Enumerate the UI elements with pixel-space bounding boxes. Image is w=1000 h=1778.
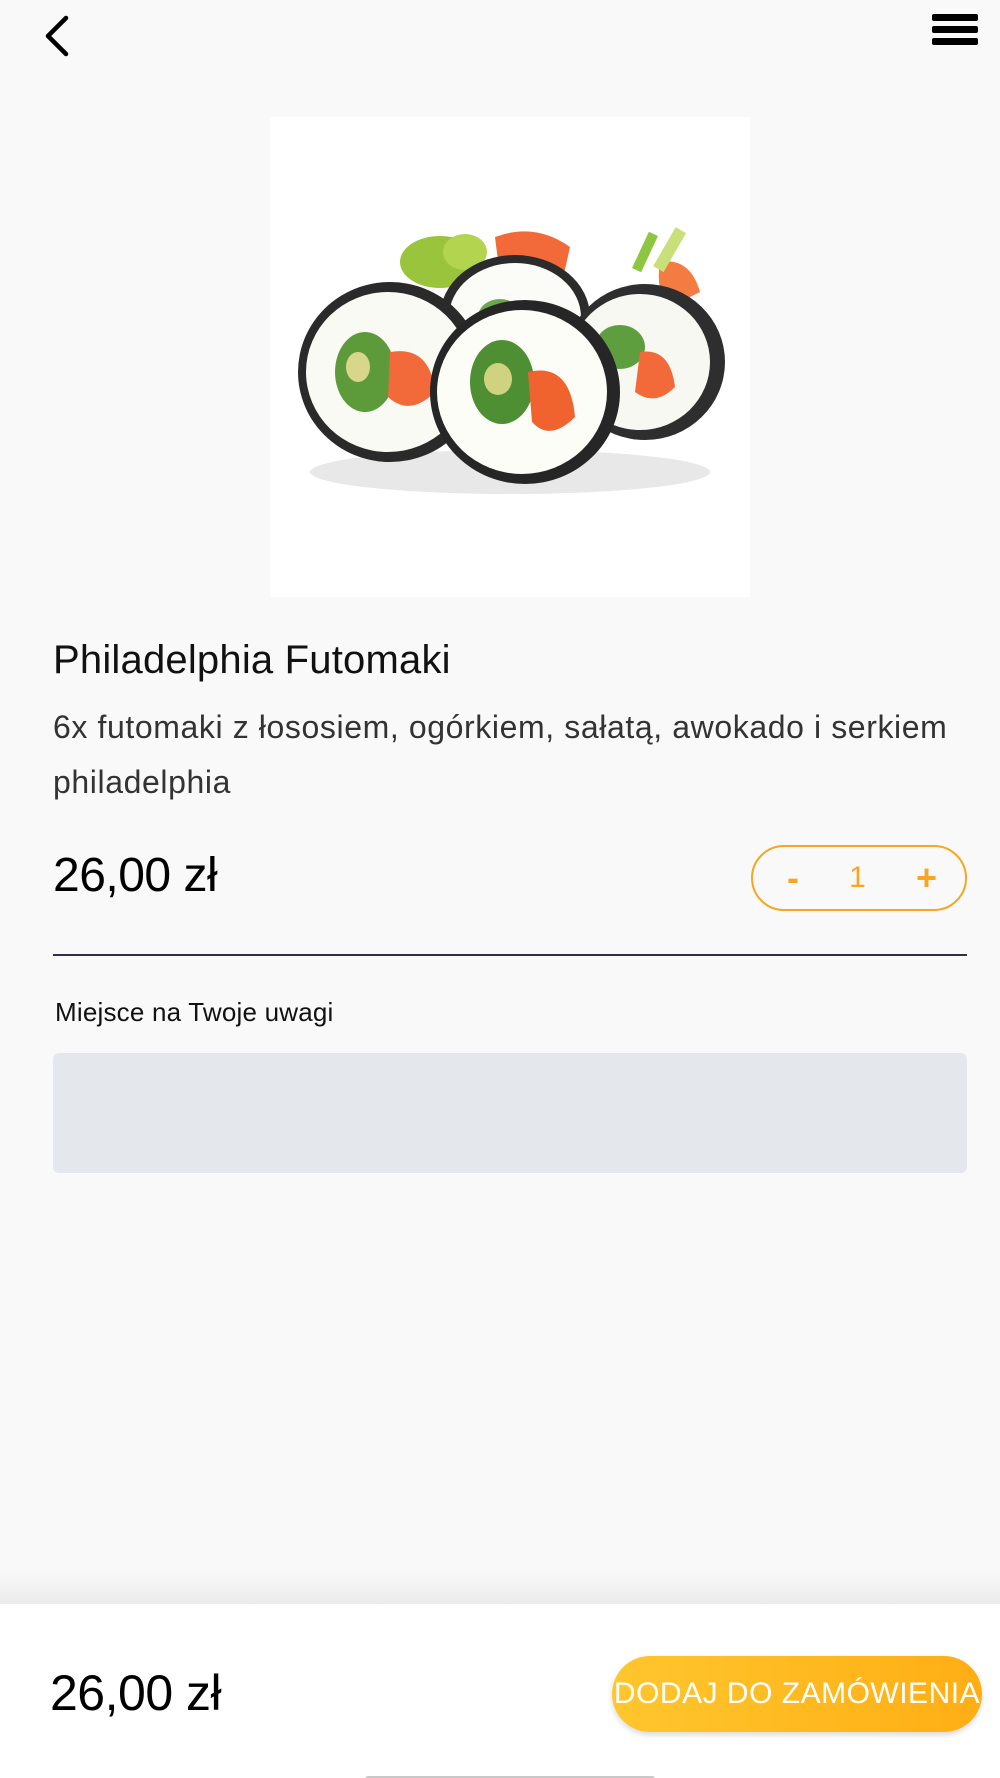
product-image [270,117,750,597]
hamburger-menu-icon [932,14,978,45]
increase-quantity-button[interactable]: + [916,860,937,896]
product-price: 26,00 zł [53,849,218,902]
quantity-stepper: - 1 + [751,845,967,911]
product-detail-page: Philadelphia Futomaki 6x futomaki z łoso… [0,0,1000,1778]
total-price: 26,00 zł [50,1665,222,1721]
quantity-value: 1 [849,861,866,894]
bottom-bar-shadow [0,1570,1000,1606]
product-title: Philadelphia Futomaki [53,638,451,682]
product-description: 6x futomaki z łososiem, ogórkiem, sałatą… [53,709,948,800]
menu-button[interactable] [932,14,978,54]
decrease-quantity-button[interactable]: - [787,860,799,896]
back-button[interactable] [38,12,82,60]
chevron-left-icon [45,15,69,57]
divider [53,954,967,956]
sushi-rolls-photo [298,227,725,494]
add-to-order-button[interactable]: DODAJ DO ZAMÓWIENIA [612,1656,982,1732]
bottom-bar: 26,00 zł DODAJ DO ZAMÓWIENIA [0,1604,1000,1778]
notes-input[interactable] [53,1053,967,1173]
notes-label: Miejsce na Twoje uwagi [55,997,334,1027]
